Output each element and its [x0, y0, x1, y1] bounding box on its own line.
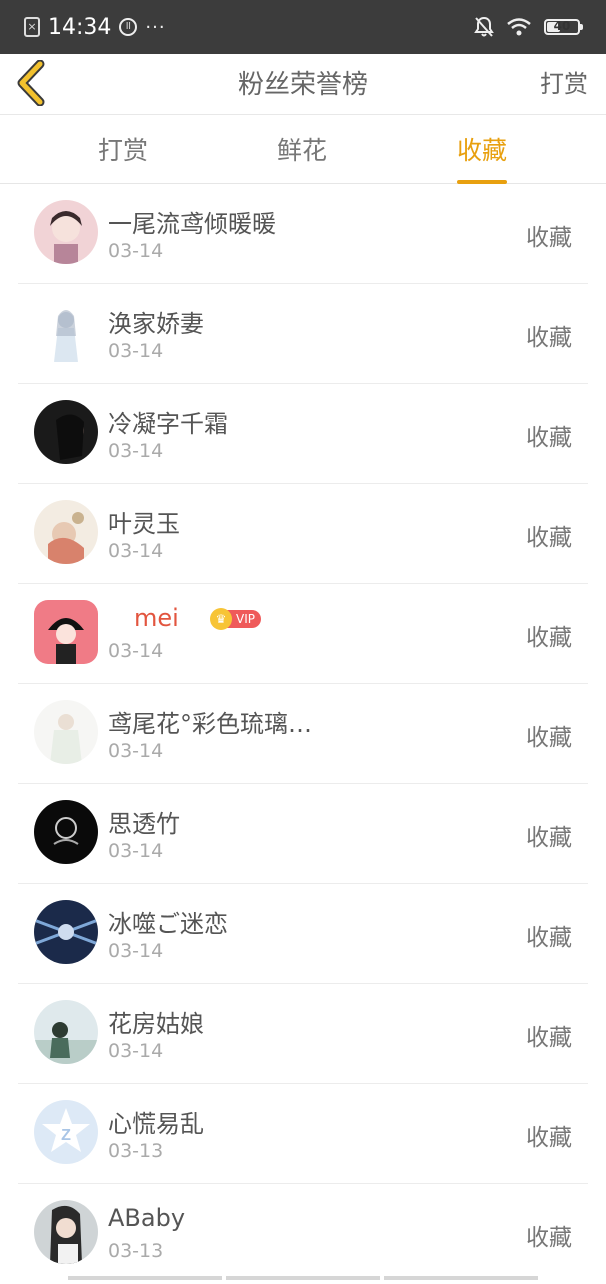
date: 03-14 — [108, 440, 164, 462]
user-name: 冰噬ご迷恋 — [108, 910, 228, 938]
bell-off-icon — [474, 16, 494, 37]
date: 03-14 — [108, 240, 164, 262]
date: 03-13 — [108, 1240, 164, 1262]
list-item[interactable]: 涣家娇妻 03-14 收藏 — [0, 284, 606, 384]
user-name: 涣家娇妻 — [108, 310, 204, 338]
list-item[interactable]: Z 心慌易乱 03-13 收藏 — [0, 1084, 606, 1184]
user-name: mei — [134, 604, 179, 632]
tab-favorites[interactable]: 收藏 — [457, 131, 508, 184]
avatar: Z — [34, 1100, 98, 1164]
crown-icon: ♛ — [210, 608, 232, 630]
status-left: × 14:34 ll ··· — [24, 12, 166, 42]
user-name: 叶灵玉 — [108, 510, 180, 538]
action-label: 收藏 — [526, 1125, 572, 1151]
action-label: 收藏 — [526, 925, 572, 951]
action-label: 收藏 — [526, 525, 572, 551]
avatar — [34, 900, 98, 964]
list-item[interactable]: 鸢尾花°彩色琉璃… 03-14 收藏 — [0, 684, 606, 784]
ll-badge-icon: ll — [119, 18, 138, 36]
list-item[interactable]: 思透竹 03-14 收藏 — [0, 784, 606, 884]
user-name: 鸢尾花°彩色琉璃… — [108, 710, 312, 738]
date: 03-14 — [108, 640, 164, 662]
action-label: 收藏 — [526, 825, 572, 851]
bottom-scroll-indicator — [68, 1276, 538, 1280]
avatar — [34, 400, 98, 464]
user-name: 心慌易乱 — [108, 1110, 204, 1138]
sim-icon: × — [24, 17, 40, 37]
action-label: 收藏 — [526, 325, 572, 351]
battery-icon: 40 — [544, 19, 583, 35]
status-right: 40 — [474, 14, 583, 40]
svg-text:Z: Z — [61, 1127, 71, 1144]
avatar — [34, 500, 98, 564]
action-label: 收藏 — [526, 225, 572, 251]
list-item[interactable]: ABaby 03-13 收藏 — [0, 1184, 606, 1284]
reward-button[interactable]: 打赏 — [540, 64, 588, 99]
action-label: 收藏 — [526, 725, 572, 751]
status-bar: × 14:34 ll ··· 40 — [0, 0, 606, 54]
list-item[interactable]: 叶灵玉 03-14 收藏 — [0, 484, 606, 584]
tab-bar: 打赏 鲜花 收藏 — [0, 115, 606, 184]
tab-reward[interactable]: 打赏 — [98, 131, 148, 167]
more-dots: ··· — [145, 16, 166, 38]
action-label: 收藏 — [526, 1225, 572, 1251]
action-label: 收藏 — [526, 625, 572, 651]
date: 03-14 — [108, 840, 164, 862]
vip-badge: ♛ VIP — [210, 608, 261, 630]
date: 03-14 — [108, 1040, 164, 1062]
page-title: 粉丝荣誉榜 — [237, 70, 368, 100]
list-item[interactable]: 一尾流鸢倾暖暖 03-14 收藏 — [0, 184, 606, 284]
avatar — [34, 200, 98, 264]
date: 03-14 — [108, 340, 164, 362]
date: 03-14 — [108, 740, 164, 762]
avatar — [34, 600, 98, 664]
list-item[interactable]: 冰噬ご迷恋 03-14 收藏 — [0, 884, 606, 984]
user-name: ABaby — [108, 1204, 186, 1232]
list-item[interactable]: mei ♛ VIP 03-14 收藏 — [0, 584, 606, 684]
avatar — [34, 1000, 98, 1064]
avatar — [34, 700, 98, 764]
wifi-icon — [507, 18, 531, 36]
list-item[interactable]: 花房姑娘 03-14 收藏 — [0, 984, 606, 1084]
date: 03-14 — [108, 540, 164, 562]
date: 03-14 — [108, 940, 164, 962]
tab-flowers[interactable]: 鲜花 — [277, 131, 327, 167]
nav-bar: 粉丝荣誉榜 打赏 — [0, 54, 606, 115]
user-name: 一尾流鸢倾暖暖 — [108, 210, 276, 238]
date: 03-13 — [108, 1140, 164, 1162]
battery-level: 40 — [553, 19, 571, 33]
list-item[interactable]: 冷凝字千霜 03-14 收藏 — [0, 384, 606, 484]
action-label: 收藏 — [526, 425, 572, 451]
action-label: 收藏 — [526, 1025, 572, 1051]
avatar — [34, 800, 98, 864]
user-name: 花房姑娘 — [108, 1010, 204, 1038]
fan-list: 一尾流鸢倾暖暖 03-14 收藏 涣家娇妻 03-14 收藏 冷凝字千霜 03-… — [0, 184, 606, 1284]
tab-favorites-label: 收藏 — [457, 136, 508, 165]
status-time: 14:34 — [48, 14, 112, 40]
user-name: 思透竹 — [108, 810, 180, 838]
user-name: 冷凝字千霜 — [108, 410, 228, 438]
avatar — [34, 300, 98, 364]
avatar — [34, 1200, 98, 1264]
